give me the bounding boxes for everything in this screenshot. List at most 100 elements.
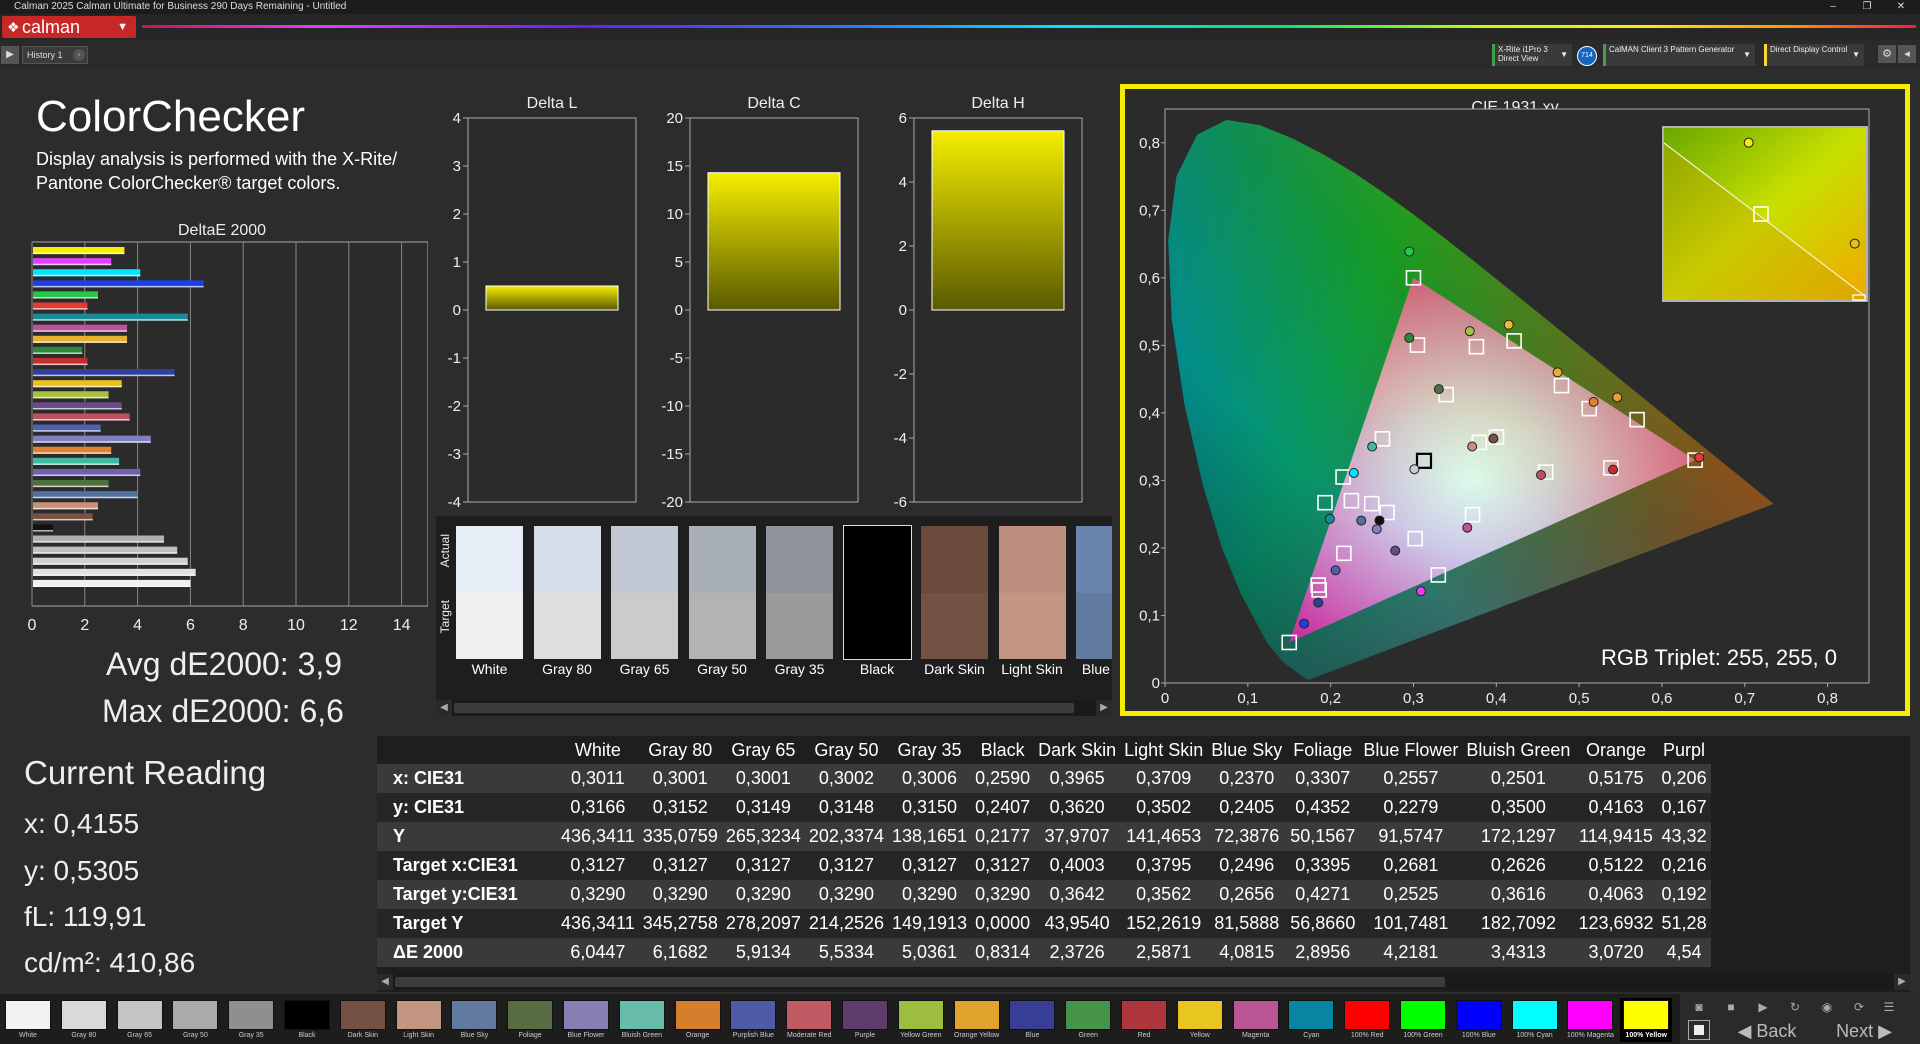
record-icon[interactable]: ◉ bbox=[1816, 998, 1838, 1016]
color-patch-button[interactable]: 100% Blue bbox=[1453, 998, 1505, 1042]
color-patch-label: Gray 80 bbox=[71, 1032, 97, 1039]
scroll-right-icon[interactable]: ▶ bbox=[1894, 974, 1910, 990]
table-cell: 141,4653 bbox=[1120, 822, 1208, 851]
color-patch-label: Blue bbox=[1025, 1032, 1040, 1039]
color-patch-button[interactable]: Moderate Red bbox=[783, 998, 835, 1042]
table-cell: 0,3148 bbox=[804, 793, 888, 822]
display-control-selector[interactable]: Direct Display Control ▼ bbox=[1764, 44, 1864, 66]
table-row[interactable]: Y 436,3411 335,0759 265,3234 202,3374 138,165… bbox=[377, 822, 1711, 851]
color-patch-button[interactable]: Green bbox=[1062, 998, 1114, 1042]
settings-icon[interactable]: ⚙ bbox=[1878, 45, 1896, 63]
color-patch-chip bbox=[730, 1000, 777, 1030]
x-tick-label: 0,8 bbox=[1817, 690, 1838, 707]
swatch[interactable] bbox=[842, 525, 912, 660]
color-patch-button[interactable]: Magenta bbox=[1230, 998, 1282, 1042]
tab-history-1[interactable]: History 1 ◦ bbox=[22, 46, 88, 64]
color-patch-button[interactable]: 100% Cyan bbox=[1509, 998, 1561, 1042]
close-button[interactable]: ✕ bbox=[1886, 0, 1916, 14]
next-button[interactable]: Next ▶ bbox=[1816, 1020, 1912, 1042]
color-patch-button[interactable]: Blue Flower bbox=[560, 998, 612, 1042]
x-tick-label: 10 bbox=[287, 617, 305, 634]
color-patch-button[interactable]: Black bbox=[281, 998, 333, 1042]
calman-logo-menu[interactable]: ❖ calman ▼ bbox=[2, 16, 136, 38]
play-icon[interactable]: ▶ bbox=[1, 46, 19, 64]
swatch-scrollbar[interactable]: ◀ ▶ bbox=[436, 700, 1112, 716]
table-cell: 123,6932 bbox=[1574, 909, 1658, 938]
deltae-bar bbox=[33, 369, 175, 377]
color-patch-button[interactable]: Purple bbox=[839, 998, 891, 1042]
color-patch-button[interactable]: Gray 50 bbox=[169, 998, 221, 1042]
color-patch-button[interactable]: Dark Skin bbox=[337, 998, 389, 1042]
play-measure-icon[interactable]: ▶ bbox=[1752, 998, 1774, 1016]
swatch[interactable] bbox=[533, 526, 601, 659]
color-patch-button[interactable]: Foliage bbox=[504, 998, 556, 1042]
swatch-actual bbox=[921, 526, 988, 593]
swatch[interactable] bbox=[998, 526, 1066, 659]
close-tab-icon[interactable]: ◦ bbox=[73, 49, 85, 61]
swatch[interactable] bbox=[1076, 526, 1112, 659]
color-patch-button[interactable]: Purplish Blue bbox=[727, 998, 779, 1042]
color-patch-button[interactable]: White bbox=[2, 998, 54, 1042]
color-patch-button[interactable]: Yellow Green bbox=[895, 998, 947, 1042]
bar-highlight bbox=[33, 496, 138, 499]
swatch[interactable] bbox=[688, 526, 756, 659]
refresh-icon[interactable]: ⟳ bbox=[1848, 998, 1870, 1016]
options-icon[interactable]: ☰ bbox=[1878, 998, 1900, 1016]
color-patch-button[interactable]: 100% Red bbox=[1341, 998, 1393, 1042]
stop-icon[interactable] bbox=[1688, 1020, 1710, 1040]
scroll-left-icon[interactable]: ◀ bbox=[377, 974, 393, 990]
color-patch-button[interactable]: Orange bbox=[672, 998, 724, 1042]
color-patch-button[interactable]: 100% Yellow bbox=[1620, 998, 1673, 1042]
color-patch-button[interactable]: Cyan bbox=[1285, 998, 1337, 1042]
chevron-down-icon: ▼ bbox=[117, 21, 128, 33]
table-cell: 4,2181 bbox=[1359, 938, 1463, 967]
swatch[interactable] bbox=[611, 526, 678, 659]
deltae-bar bbox=[33, 502, 98, 510]
table-scrollbar[interactable]: ◀ ▶ bbox=[377, 974, 1910, 990]
swatch-actual bbox=[998, 526, 1066, 593]
color-patch-button[interactable]: Blue bbox=[1006, 998, 1058, 1042]
color-patch-button[interactable]: Blue Sky bbox=[448, 998, 500, 1042]
camera-icon[interactable]: ◙ bbox=[1688, 998, 1710, 1016]
color-patch-button[interactable]: Bluish Green bbox=[616, 998, 668, 1042]
color-patch-button[interactable]: Yellow bbox=[1174, 998, 1226, 1042]
color-patch-button[interactable]: Light Skin bbox=[393, 998, 445, 1042]
table-row[interactable]: Target Y 436,3411 345,2758 278,2097 214,2526… bbox=[377, 909, 1711, 938]
table-row[interactable]: Target y:CIE31 0,3290 0,3290 0,3290 0,3290 0,… bbox=[377, 880, 1711, 909]
color-patch-label: Gray 35 bbox=[238, 1032, 264, 1039]
table-cell: 202,3374 bbox=[804, 822, 888, 851]
scrollbar-thumb[interactable] bbox=[454, 703, 1074, 713]
meter-selector[interactable]: X-Rite i1Pro 3 Direct View ▼ bbox=[1492, 44, 1572, 66]
color-patch-chip bbox=[1176, 1000, 1223, 1030]
swatch[interactable] bbox=[456, 526, 523, 659]
scroll-right-icon[interactable]: ▶ bbox=[1096, 700, 1112, 716]
restore-button[interactable]: ❐ bbox=[1852, 0, 1882, 14]
color-patch-button[interactable]: 100% Magenta bbox=[1564, 998, 1616, 1042]
stop-measure-icon[interactable]: ■ bbox=[1720, 998, 1742, 1016]
table-row[interactable]: ΔE 2000 6,0447 6,1682 5,9134 5,5334 5,0361 0,8… bbox=[377, 938, 1711, 967]
back-button[interactable]: ◀ Back bbox=[1724, 1020, 1810, 1042]
x-tick-label: 14 bbox=[393, 617, 411, 634]
pattern-generator-selector[interactable]: CalMAN Client 3 Pattern Generator ▼ bbox=[1603, 44, 1755, 66]
scrollbar-thumb[interactable] bbox=[395, 977, 1445, 987]
minimize-button[interactable]: – bbox=[1818, 0, 1848, 14]
scroll-left-icon[interactable]: ◀ bbox=[436, 700, 452, 716]
swatch[interactable] bbox=[766, 526, 833, 659]
table-row[interactable]: y: CIE31 0,3166 0,3152 0,3149 0,3148 0,3150 0,… bbox=[377, 793, 1711, 822]
color-patch-button[interactable]: Gray 80 bbox=[58, 998, 110, 1042]
deltae-bar bbox=[33, 280, 204, 288]
table-row[interactable]: x: CIE31 0,3011 0,3001 0,3001 0,3002 0,3006 0,… bbox=[377, 764, 1711, 793]
color-patch-button[interactable]: 100% Green bbox=[1397, 998, 1449, 1042]
collapse-icon[interactable]: ◂ bbox=[1898, 45, 1916, 63]
color-patch-button[interactable]: Gray 35 bbox=[225, 998, 277, 1042]
color-patch-button[interactable]: Red bbox=[1118, 998, 1170, 1042]
swatch[interactable] bbox=[921, 526, 988, 659]
swatch-target bbox=[456, 592, 523, 659]
color-patch-button[interactable]: Orange Yellow bbox=[951, 998, 1003, 1042]
table-row[interactable]: Target x:CIE31 0,3127 0,3127 0,3127 0,3127 0,… bbox=[377, 851, 1711, 880]
x-tick-label: 0,4 bbox=[1486, 690, 1507, 707]
color-patch-button[interactable]: Gray 65 bbox=[114, 998, 166, 1042]
meter-badge[interactable]: 714 bbox=[1577, 46, 1597, 66]
table-cell: 138,1651 bbox=[887, 822, 972, 851]
loop-icon[interactable]: ↻ bbox=[1784, 998, 1806, 1016]
